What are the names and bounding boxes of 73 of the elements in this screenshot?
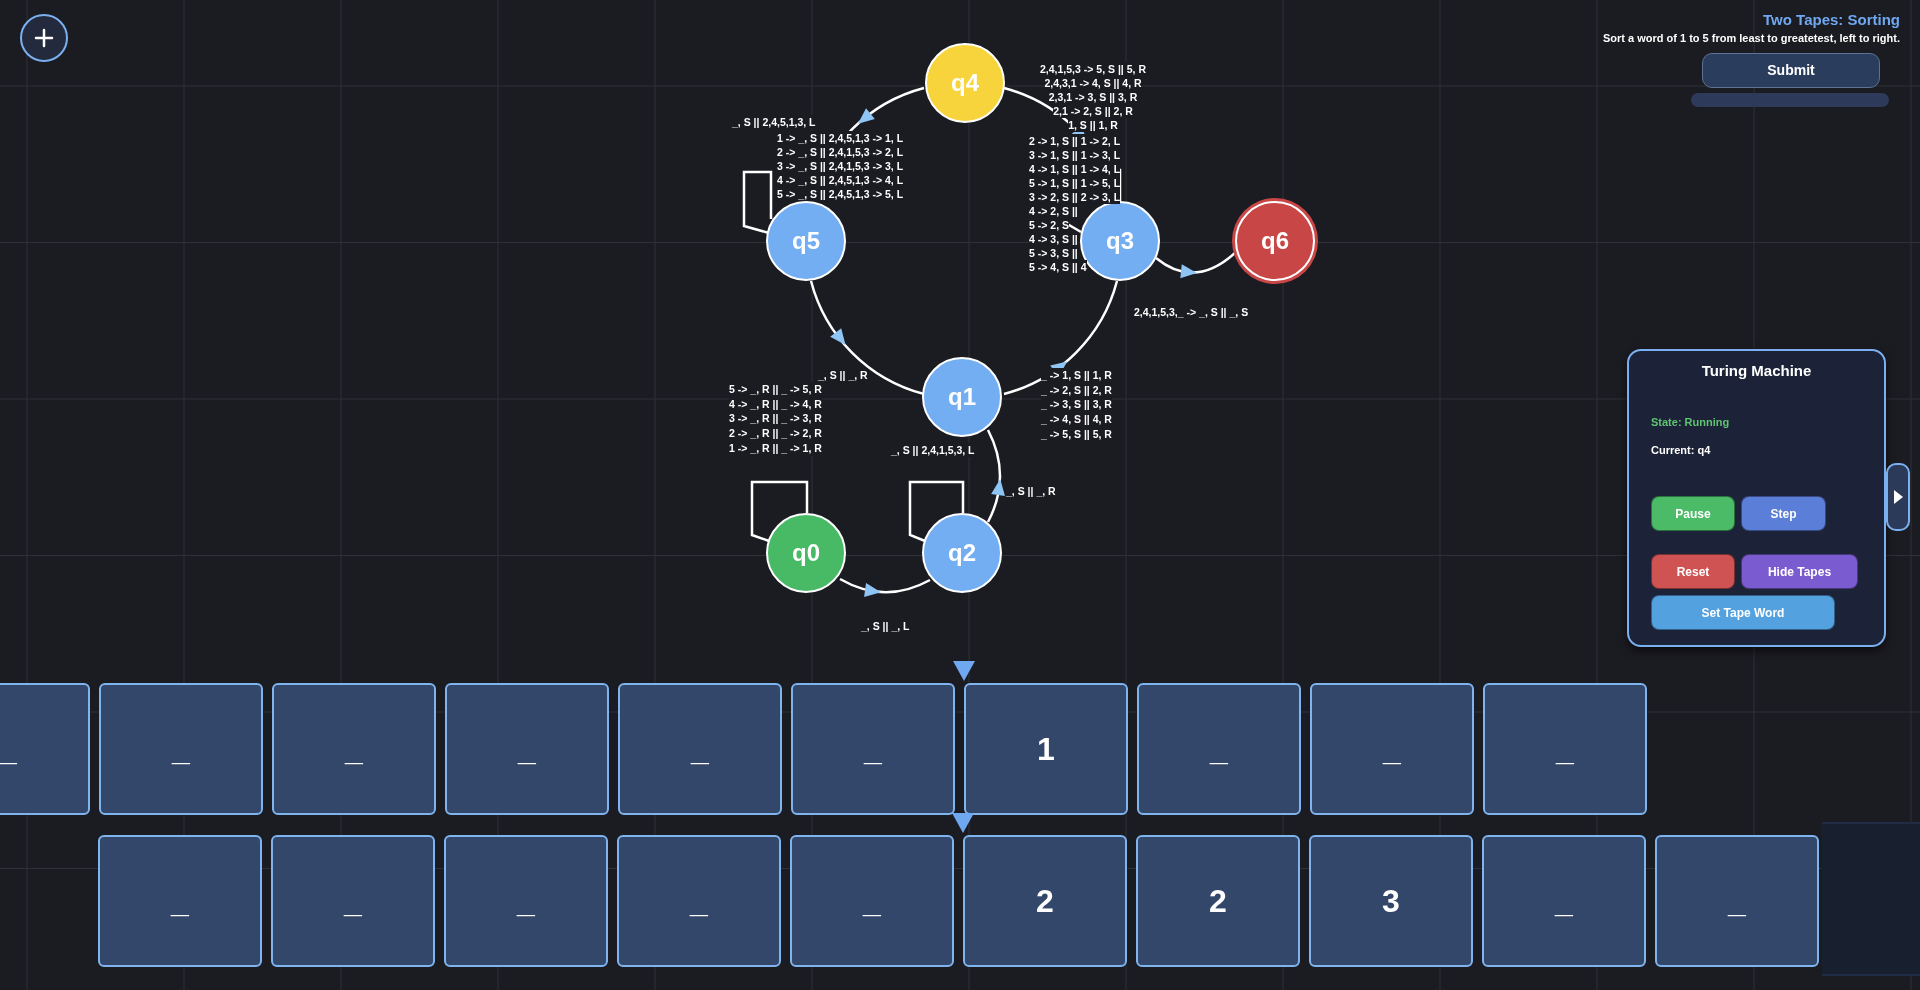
transition-label: _, S || _, R	[1006, 484, 1056, 498]
plus-icon	[34, 28, 54, 48]
tape-cell: _	[1655, 835, 1819, 967]
transition-label: 2,4,3,1 -> 4, S || 4, R	[1044, 76, 1142, 90]
transition-label: 3 -> _, S || 2,4,1,5,3 -> 3, L	[777, 159, 904, 173]
puzzle-description: Sort a word of 1 to 5 from least to greatetest, left to right.	[1602, 31, 1900, 46]
transition-label: 4 -> 3, S ||	[1029, 232, 1078, 246]
tape-cell: _	[790, 835, 954, 967]
transition-label: _ -> 1, S || 1, R	[1041, 368, 1112, 383]
puzzle-title: Two Tapes: Sorting	[1763, 10, 1900, 30]
transition-label: 2,1 -> 2, S || 2, R	[1053, 104, 1133, 118]
transition-label: _ -> 3, S || 3, R	[1041, 397, 1112, 413]
transition-label: 5 -> _, R || _ -> 5, R	[729, 382, 822, 397]
tape-cell: _	[445, 683, 609, 815]
transition-label: 2 -> _, R || _ -> 2, R	[729, 426, 822, 441]
transition-label: 5 -> 4, S || 4	[1029, 260, 1087, 274]
self-loop-line	[742, 170, 773, 235]
self-loop-line	[750, 480, 809, 543]
tape-cell: _	[99, 683, 263, 815]
tape-cell: _	[98, 835, 262, 967]
tape-cell: _	[618, 683, 782, 815]
tape-cell: _	[617, 835, 781, 967]
transition-label: _, S || _, L	[861, 619, 910, 633]
transition-label: 2,4,1,5,3,_ -> _, S || _, S	[1134, 305, 1249, 319]
add-button[interactable]	[20, 14, 68, 62]
transition-label: 5 -> 1, S || 1 -> 5, L	[1029, 176, 1121, 190]
state-node: q6	[1235, 201, 1315, 281]
hide-tapes-button[interactable]: Hide Tapes	[1741, 554, 1858, 589]
tape-cell: _	[271, 835, 435, 967]
tape-cell: _	[1310, 683, 1474, 815]
current-state-text: Current: q4	[1651, 443, 1712, 458]
transition-label: 3 -> 2, S || 2 -> 3, L	[1029, 190, 1121, 204]
tape-cell: _	[272, 683, 436, 815]
transition-label: 3 -> _, R || _ -> 3, R	[729, 411, 822, 427]
pause-button[interactable]: Pause	[1651, 496, 1735, 531]
submit-button[interactable]: Submit	[1702, 53, 1880, 88]
tape-cell: _	[1137, 683, 1301, 815]
state-text: State: Running	[1651, 415, 1731, 430]
transition-label: _, S || 2,4,1,5,3, L	[891, 443, 975, 457]
collapse-tab[interactable]	[1886, 463, 1910, 531]
transition-label: _, S || 2,4,5,1,3, L	[732, 115, 816, 129]
transition-label: 2 -> 1, S || 1 -> 2, L	[1029, 134, 1121, 148]
transition-label: 5 -> 3, S ||	[1029, 246, 1078, 260]
reset-button[interactable]: Reset	[1651, 554, 1735, 589]
transition-label: _, S || _, R	[818, 368, 868, 382]
tape-cell: _	[1482, 835, 1646, 967]
play-icon	[1893, 490, 1903, 504]
tape-cell: 2	[1136, 835, 1300, 967]
state-node: q1	[922, 357, 1002, 437]
state-node: q0	[766, 513, 846, 593]
tape-cell: _	[791, 683, 955, 815]
transition-label: 2 -> _, S || 2,4,1,5,3 -> 2, L	[777, 145, 904, 159]
tape-cell: 3	[1309, 835, 1473, 967]
state-node: q2	[922, 513, 1002, 593]
state-node: q4	[925, 43, 1005, 123]
tape-cell: _	[1483, 683, 1647, 815]
panel-title: Turing Machine	[1700, 361, 1813, 381]
step-button[interactable]: Step	[1741, 496, 1826, 531]
transition-label: 2,3,1 -> 3, S || 3, R	[1048, 90, 1138, 104]
transition-label: 3 -> 1, S || 1 -> 3, L	[1029, 148, 1121, 162]
transition-label: _ -> 4, S || 4, R	[1041, 412, 1112, 427]
transition-label: 4 -> 2, S ||	[1029, 204, 1078, 218]
tape-cell: _	[444, 835, 608, 967]
transition-label: 5 -> 2, S	[1029, 218, 1069, 232]
state-node: q5	[766, 201, 846, 281]
self-loop-line	[908, 480, 965, 543]
transition-label: 4 -> 1, S || 1 -> 4, L	[1029, 162, 1121, 176]
transition-label: 1, S || 1, R	[1068, 118, 1118, 132]
transition-label: 4 -> _, S || 2,4,5,1,3 -> 4, L	[777, 173, 904, 187]
transition-label: 5 -> _, S || 2,4,5,1,3 -> 5, L	[777, 187, 904, 201]
transition-label: 1 -> _, S || 2,4,5,1,3 -> 1, L	[777, 131, 904, 145]
set-tape-word-button[interactable]: Set Tape Word	[1651, 595, 1835, 630]
transition-label: 2,4,1,5,3 -> 5, S || 5, R	[1040, 62, 1146, 76]
